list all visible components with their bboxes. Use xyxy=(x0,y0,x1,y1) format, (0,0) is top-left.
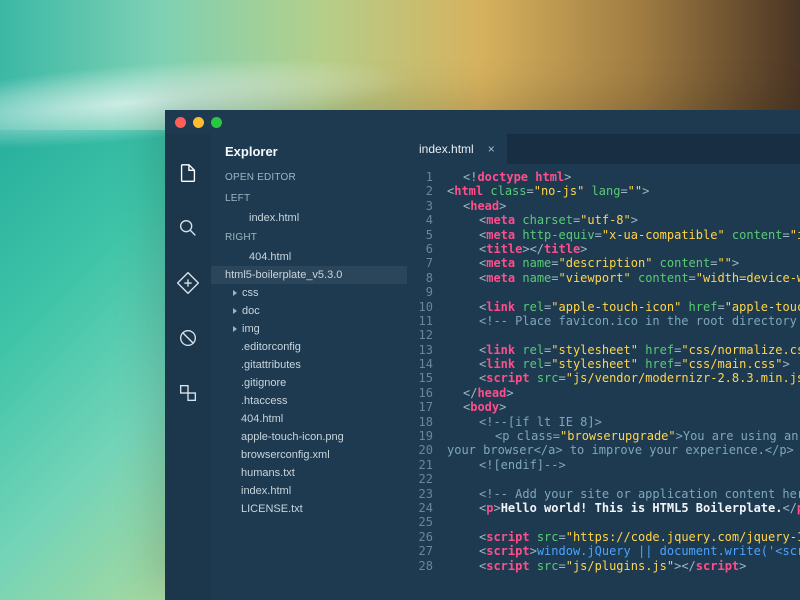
tab-index-html[interactable]: index.html × xyxy=(407,134,507,164)
tree-folder[interactable]: css xyxy=(211,284,407,302)
code-area[interactable]: 1234567891011121314151617181920212223242… xyxy=(407,164,800,600)
explorer-icon[interactable] xyxy=(177,162,199,189)
tree-file[interactable]: .gitignore xyxy=(211,374,407,392)
extensions-icon[interactable] xyxy=(177,382,199,409)
tree-file[interactable]: .editorconfig xyxy=(211,338,407,356)
project-root[interactable]: html5-boilerplate_v5.3.0 xyxy=(211,266,407,284)
close-icon[interactable]: × xyxy=(488,142,495,156)
left-group-label[interactable]: LEFT xyxy=(211,188,407,209)
tree-file[interactable]: .htaccess xyxy=(211,392,407,410)
minimize-traffic-light[interactable] xyxy=(193,117,204,128)
source-control-icon[interactable] xyxy=(177,272,199,299)
open-editor-item[interactable]: 404.html xyxy=(211,248,407,266)
line-gutter: 1234567891011121314151617181920212223242… xyxy=(407,164,441,600)
tab-label: index.html xyxy=(419,142,474,156)
chevron-right-icon xyxy=(233,308,237,314)
open-editor-label[interactable]: OPEN EDITOR xyxy=(211,167,407,188)
search-icon[interactable] xyxy=(177,217,199,244)
activity-bar xyxy=(165,134,211,600)
window-body: Explorer OPEN EDITOR LEFT index.html RIG… xyxy=(165,134,800,600)
tree-file[interactable]: browserconfig.xml xyxy=(211,446,407,464)
tree-file[interactable]: .gitattributes xyxy=(211,356,407,374)
tree-file[interactable]: humans.txt xyxy=(211,464,407,482)
tree-file[interactable]: apple-touch-icon.png xyxy=(211,428,407,446)
tree-file[interactable]: LICENSE.txt xyxy=(211,500,407,518)
chevron-right-icon xyxy=(233,290,237,296)
editor-window: Explorer OPEN EDITOR LEFT index.html RIG… xyxy=(165,110,800,600)
tab-bar: index.html × xyxy=(407,134,800,164)
tree-folder[interactable]: img xyxy=(211,320,407,338)
code-content[interactable]: <!doctype html><html class="no-js" lang=… xyxy=(441,164,800,600)
tree-file[interactable]: index.html xyxy=(211,482,407,500)
right-group-label[interactable]: RIGHT xyxy=(211,227,407,248)
sidebar-title: Explorer xyxy=(211,134,407,167)
maximize-traffic-light[interactable] xyxy=(211,117,222,128)
sidebar: Explorer OPEN EDITOR LEFT index.html RIG… xyxy=(211,134,407,600)
chevron-right-icon xyxy=(233,326,237,332)
tree-folder[interactable]: doc xyxy=(211,302,407,320)
editor-pane: index.html × 123456789101112131415161718… xyxy=(407,134,800,600)
close-traffic-light[interactable] xyxy=(175,117,186,128)
window-titlebar[interactable] xyxy=(165,110,800,134)
open-editor-item[interactable]: index.html xyxy=(211,209,407,227)
debug-icon[interactable] xyxy=(177,327,199,354)
tree-file[interactable]: 404.html xyxy=(211,410,407,428)
